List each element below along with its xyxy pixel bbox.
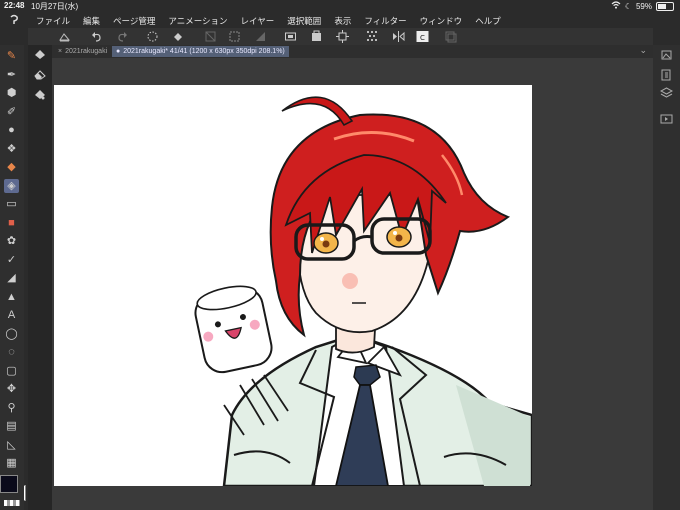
status-indicators: ☾ 59% [611,1,674,11]
undo-icon[interactable] [90,30,103,43]
fit-icon[interactable] [336,30,349,43]
menu-item[interactable]: アニメーション [168,15,227,27]
menu-items: ファイル 編集 ページ管理 アニメーション レイヤー 選択範囲 表示 フィルター ウィンドウ ヘル… [36,15,501,27]
wifi-icon [611,1,621,11]
gradient-icon[interactable]: ◢ [4,271,19,285]
close-icon[interactable]: × [58,48,62,55]
document-tabs: × 2021rakugaki ● 2021rakugaki* 41/41 (1200… [52,45,653,58]
redo-icon[interactable] [116,30,129,43]
palette-bar [653,45,680,510]
flip-icon[interactable] [392,30,405,43]
select-tool-icon[interactable]: ◈ [4,178,19,193]
tab-label: 2021rakugaki [65,48,108,55]
airbrush-icon[interactable]: ❖ [4,142,19,156]
menu-item[interactable]: ページ管理 [113,15,155,27]
battery-percent: 59% [635,1,652,11]
battery-icon [656,1,674,11]
text-icon[interactable]: A [4,308,19,322]
menu-bar: ファイル 編集 ページ管理 アニメーション レイヤー 選択範囲 表示 フィルター ウィンドウ ヘル… [0,12,680,28]
ruler-icon[interactable]: ◺ [4,438,19,452]
menu-item[interactable]: ウィンドウ [420,15,463,27]
eraser-sub-icon[interactable] [34,69,46,80]
menu-item[interactable]: ファイル [36,15,70,27]
app-logo-icon[interactable] [8,14,20,26]
layer-properties-icon[interactable] [660,49,673,61]
color-icon[interactable]: ▦ [4,456,19,470]
fill-sub-icon[interactable] [34,89,46,100]
animation-icon[interactable] [660,113,673,125]
artwork [194,96,532,486]
transparent-color-swatch[interactable] [4,500,20,506]
tool-property-icon[interactable]: ✎ [4,49,19,63]
canvas-area[interactable] [52,58,653,510]
move-icon[interactable]: ✥ [4,382,19,396]
eraser2-icon[interactable]: ▭ [4,197,19,211]
invert-selection-icon[interactable] [254,30,267,43]
tab-label: 2021rakugaki* 41/41 (1200 x 630px 350dpi… [123,48,285,55]
fill-icon[interactable]: ✐ [4,105,19,119]
eyedropper-icon[interactable]: ✓ [4,253,19,267]
tool-bar: ✎ ✒ ⬢ ✐ ● ❖ ◆ ◈ ▭ ■ ✿ ✓ ◢ ▲ A ◯ ◌ ▢ ✥ ⚲ ▤ ◺ ▦ [0,45,24,510]
svg-text:C: C [420,34,425,42]
tab-2021rakugaki-active[interactable]: ● 2021rakugaki* 41/41 (1200 x 630px 350dp… [112,46,289,57]
layers-icon[interactable] [660,87,673,99]
command-bar: C [28,28,653,45]
menu-item[interactable]: 表示 [334,15,351,27]
canvas-size-icon[interactable] [310,30,323,43]
layer-move-icon[interactable]: ▤ [4,419,19,433]
status-date: 10月27日(水) [31,2,79,11]
edit-mode-icon[interactable]: C [416,30,429,43]
moon-icon: ☾ [624,1,632,11]
decoration-icon[interactable]: ◆ [4,160,19,174]
pen-icon[interactable]: ✒ [4,68,19,82]
save-icon[interactable] [58,30,71,43]
menu-item[interactable]: 編集 [83,15,100,27]
lasso-icon[interactable]: ◌ [4,345,19,359]
crop-icon[interactable] [284,30,297,43]
canvas[interactable] [54,85,532,486]
eraser-icon[interactable]: ⬢ [4,86,19,100]
transform-icon[interactable] [204,30,217,43]
menu-item[interactable]: ヘルプ [475,15,501,27]
blend-icon[interactable]: ● [4,123,19,137]
paint-icon[interactable]: ▲ [4,290,19,304]
menu-item[interactable]: フィルター [364,15,406,27]
status-time: 22:48 [4,1,25,10]
fill-layer-icon[interactable] [172,30,185,43]
tool-property-icon[interactable] [34,49,46,60]
menu-item[interactable]: レイヤー [241,15,275,27]
sub-tool-strip [28,45,52,510]
brush-icon[interactable]: ✿ [4,234,19,248]
zoom-icon[interactable]: ⚲ [4,401,19,415]
status-bar: 22:48 10月27日(水) ☾ 59% [0,0,680,12]
figure-icon[interactable]: ■ [4,216,19,230]
tab-2021rakugaki[interactable]: × 2021rakugaki [54,46,111,57]
menu-item[interactable]: 選択範囲 [287,15,321,27]
dot-icon: ● [116,48,121,55]
navigator-icon[interactable] [660,69,673,81]
main-color-swatch[interactable] [0,475,18,493]
marquee-icon[interactable]: ▢ [4,364,19,378]
balloon-icon[interactable]: ◯ [4,327,19,341]
layer-icon[interactable] [444,30,457,43]
clear-icon[interactable] [146,30,159,43]
deselect-icon[interactable] [228,30,241,43]
chevron-down-icon[interactable]: ⌄ [639,45,647,56]
grid-icon[interactable] [366,30,379,43]
